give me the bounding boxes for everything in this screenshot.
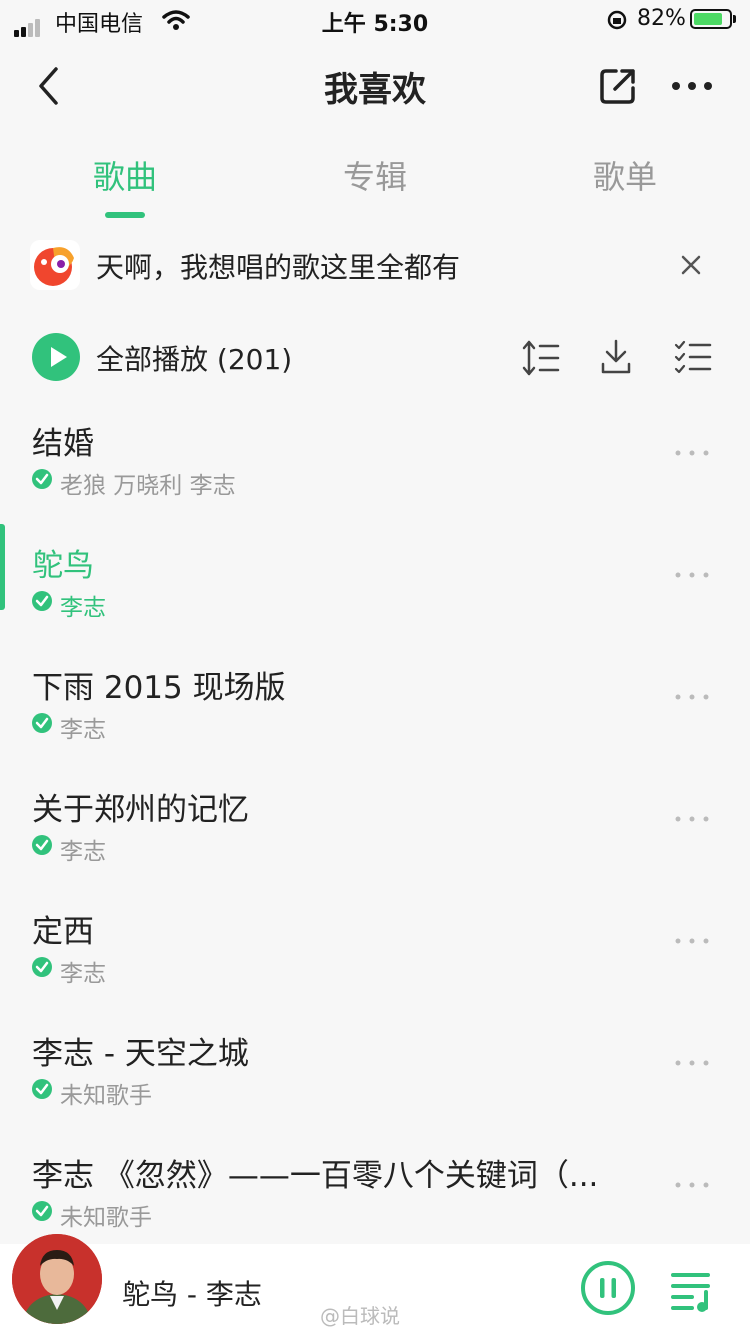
- download-icon[interactable]: [600, 338, 632, 376]
- song-more-icon[interactable]: [674, 570, 710, 580]
- downloaded-check-icon: [32, 1201, 52, 1221]
- play-all-text: 全部播放: [96, 343, 209, 376]
- song-more-icon[interactable]: [674, 936, 710, 946]
- pause-icon[interactable]: [580, 1260, 636, 1316]
- song-title: 李志 《忽然》——一百零八个关键词（...: [32, 1158, 599, 1194]
- sort-icon[interactable]: [522, 340, 560, 376]
- song-more-icon[interactable]: [674, 692, 710, 702]
- banner-text: 天啊，我想唱的歌这里全都有: [96, 251, 461, 284]
- song-title: 关于郑州的记忆: [32, 792, 249, 828]
- song-artist: 李志: [60, 961, 106, 987]
- orientation-lock-icon: [607, 10, 627, 30]
- downloaded-check-icon: [32, 469, 52, 489]
- song-row-4[interactable]: 定西 李志: [0, 888, 750, 1010]
- song-artist: 李志: [60, 839, 106, 865]
- tab-playlists[interactable]: 歌单: [500, 152, 750, 198]
- song-more-icon[interactable]: [674, 814, 710, 824]
- song-title: 下雨 2015 现场版: [32, 670, 286, 706]
- song-artist: 老狼 万晓利 李志: [60, 473, 236, 499]
- tab-songs[interactable]: 歌曲: [0, 152, 250, 198]
- song-artist: 李志: [60, 595, 106, 621]
- song-title: 鸵鸟: [32, 548, 94, 584]
- song-title: 结婚: [32, 426, 94, 462]
- tab-albums[interactable]: 专辑: [250, 152, 500, 198]
- downloaded-check-icon: [32, 957, 52, 977]
- cover-art-image: [12, 1234, 102, 1324]
- tab-bar: 歌曲 专辑 歌单: [0, 152, 750, 216]
- song-title: 李志 - 天空之城: [32, 1036, 249, 1072]
- watermark: @白球说: [320, 1304, 400, 1328]
- downloaded-check-icon: [32, 1079, 52, 1099]
- downloaded-check-icon: [32, 713, 52, 733]
- album-cover[interactable]: [12, 1234, 102, 1324]
- song-artist: 未知歌手: [60, 1205, 152, 1231]
- song-artist: 未知歌手: [60, 1083, 152, 1109]
- battery-level: [694, 13, 722, 25]
- play-icon: [51, 347, 67, 367]
- tab-indicator: [105, 212, 145, 218]
- song-title: 定西: [32, 914, 94, 950]
- close-icon[interactable]: [680, 254, 702, 276]
- song-row-1[interactable]: 鸵鸟 李志: [0, 522, 750, 644]
- play-all-button[interactable]: [32, 333, 80, 381]
- song-count: (201): [216, 343, 293, 376]
- battery-percent: 82%: [637, 6, 686, 31]
- battery-tip: [733, 15, 736, 23]
- battery-icon: [690, 9, 732, 29]
- song-row-2[interactable]: 下雨 2015 现场版 李志: [0, 644, 750, 766]
- song-more-icon[interactable]: [674, 448, 710, 458]
- downloaded-check-icon: [32, 835, 52, 855]
- song-more-icon[interactable]: [674, 1058, 710, 1068]
- song-list: 结婚 老狼 万晓利 李志 鸵鸟 李志 下雨 2015 现场版 李志 关于郑州的记…: [0, 400, 750, 1244]
- more-icon[interactable]: [670, 80, 714, 92]
- song-row-5[interactable]: 李志 - 天空之城 未知歌手: [0, 1010, 750, 1132]
- song-row-0[interactable]: 结婚 老狼 万晓利 李志: [0, 400, 750, 522]
- karaoke-app-icon: [30, 240, 80, 290]
- song-artist: 李志: [60, 717, 106, 743]
- song-row-6[interactable]: 李志 《忽然》——一百零八个关键词（... 未知歌手: [0, 1132, 750, 1254]
- song-more-icon[interactable]: [674, 1180, 710, 1190]
- song-row-3[interactable]: 关于郑州的记忆 李志: [0, 766, 750, 888]
- downloaded-check-icon: [32, 591, 52, 611]
- now-playing-title: 鸵鸟 - 李志: [122, 1278, 262, 1311]
- multi-select-icon[interactable]: [674, 340, 712, 374]
- share-icon[interactable]: [598, 66, 638, 106]
- now-playing-indicator: [0, 524, 5, 610]
- play-all-label[interactable]: 全部播放 (201): [96, 338, 292, 378]
- status-bar: 中国电信 上午 5:30 82%: [0, 0, 750, 40]
- playlist-icon[interactable]: [670, 1270, 716, 1312]
